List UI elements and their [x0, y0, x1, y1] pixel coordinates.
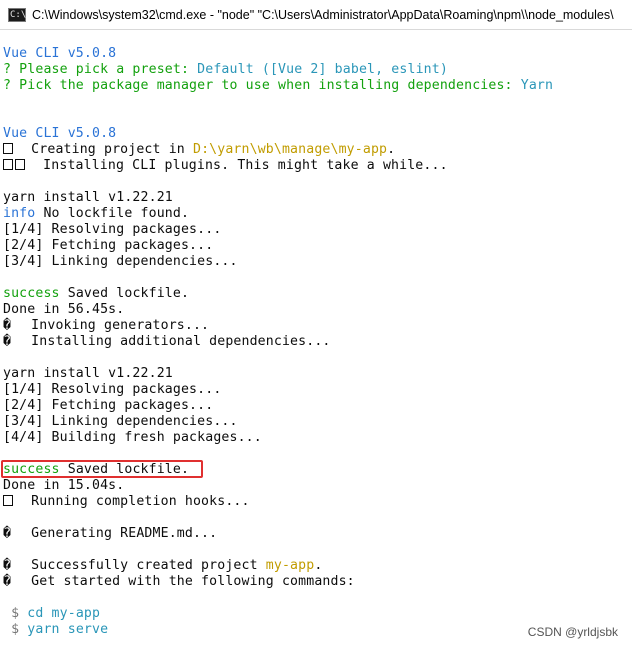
console-output[interactable]: Vue CLI v5.0.8 ? Please pick a preset: D… — [0, 30, 632, 651]
get-started-text: Get started with the following commands: — [15, 574, 355, 589]
anchor-icon: � — [3, 318, 12, 333]
step-1-line: [1/4] Resolving packages... — [3, 222, 222, 237]
step-2b-line: [2/4] Fetching packages... — [3, 398, 214, 413]
preset-value: Default ([Vue 2] babel, eslint) — [197, 62, 448, 77]
info-tag: info — [3, 206, 36, 221]
installing-plugins-text: Installing CLI plugins. This might take … — [27, 158, 448, 173]
generating-readme-text: Generating README.md... — [15, 526, 218, 541]
preset-prompt: ? Please pick a preset: — [3, 62, 198, 77]
step-4b-line: [4/4] Building fresh packages... — [3, 430, 262, 445]
no-lockfile-text: No lockfile found. — [35, 206, 190, 221]
creating-project-line: Creating project in D:\yarn\wb\manage\my… — [3, 142, 395, 158]
package-manager-value: Yarn — [520, 78, 554, 93]
info-line: info No lockfile found. — [3, 206, 189, 222]
generating-readme-line: � Generating README.md... — [3, 526, 217, 542]
window-titlebar[interactable]: C:\ C:\Windows\system32\cmd.exe - "node"… — [0, 0, 632, 30]
prompt-symbol-1: $ — [3, 606, 28, 621]
sparkle-icon — [3, 143, 13, 154]
cmd-window-icon[interactable]: C:\ — [8, 7, 26, 22]
step-2-line: [2/4] Fetching packages... — [3, 238, 214, 253]
running-hooks-line: Running completion hooks... — [3, 494, 250, 510]
party-icon: � — [3, 558, 12, 573]
vue-cli-version-2: Vue CLI v5.0.8 — [3, 126, 117, 141]
done-line-1: Done in 56.45s. — [3, 302, 125, 317]
installing-plugins-line: Installing CLI plugins. This might take … — [3, 158, 448, 174]
created-prefix: Successfully created project — [15, 558, 266, 573]
success-line-1: success Saved lockfile. — [3, 286, 189, 302]
document-icon: � — [3, 526, 12, 541]
step-3b-line: [3/4] Linking dependencies... — [3, 414, 238, 429]
package-icon: � — [3, 334, 12, 349]
step-1b-line: [1/4] Resolving packages... — [3, 382, 222, 397]
step-3-line: [3/4] Linking dependencies... — [3, 254, 238, 269]
done-line-2: Done in 15.04s. — [3, 478, 125, 493]
command-cd-line: $ cd my-app — [3, 606, 100, 622]
success-tag-1: success — [3, 286, 60, 301]
creating-prefix: Creating project in — [15, 142, 193, 157]
running-hooks-text: Running completion hooks... — [15, 494, 250, 509]
gear-icon-2 — [15, 159, 25, 170]
installing-additional-line: � Installing additional dependencies... — [3, 334, 331, 350]
installing-additional-text: Installing additional dependencies... — [15, 334, 331, 349]
saved-lockfile-1: Saved lockfile. — [59, 286, 190, 301]
invoking-generators-text: Invoking generators... — [15, 318, 210, 333]
project-path: D:\yarn\wb\manage\my-app — [192, 142, 388, 157]
hook-icon — [3, 495, 13, 506]
package-manager-line: ? Pick the package manager to use when i… — [3, 78, 553, 94]
yarn-install-line-2: yarn install v1.22.21 — [3, 366, 173, 381]
gear-icon — [3, 159, 13, 170]
prompt-symbol-2: $ — [3, 622, 28, 637]
get-started-line: � Get started with the following command… — [3, 574, 355, 590]
command-cd[interactable]: cd my-app — [27, 606, 100, 621]
window-title: C:\Windows\system32\cmd.exe - "node" "C:… — [32, 7, 614, 22]
created-project-line: � Successfully created project my-app. — [3, 558, 322, 574]
created-project-name: my-app — [265, 558, 315, 573]
pointer-icon: � — [3, 574, 12, 589]
yarn-install-line-1: yarn install v1.22.21 — [3, 190, 173, 205]
red-highlight-box — [1, 460, 203, 478]
command-serve[interactable]: yarn serve — [27, 622, 108, 637]
created-suffix: . — [314, 558, 323, 573]
csdn-watermark: CSDN @yrldjsbk — [527, 625, 618, 639]
invoking-generators-line: � Invoking generators... — [3, 318, 209, 334]
preset-line: ? Please pick a preset: Default ([Vue 2]… — [3, 62, 448, 78]
package-manager-prompt: ? Pick the package manager to use when i… — [3, 78, 521, 93]
command-serve-line: $ yarn serve — [3, 622, 108, 638]
vue-cli-version-line-2: Vue CLI v5.0.8 — [3, 126, 116, 142]
vue-cli-version-line: Vue CLI v5.0.8 — [3, 46, 116, 62]
creating-suffix: . — [387, 142, 396, 157]
vue-cli-version: Vue CLI v5.0.8 — [3, 46, 117, 61]
